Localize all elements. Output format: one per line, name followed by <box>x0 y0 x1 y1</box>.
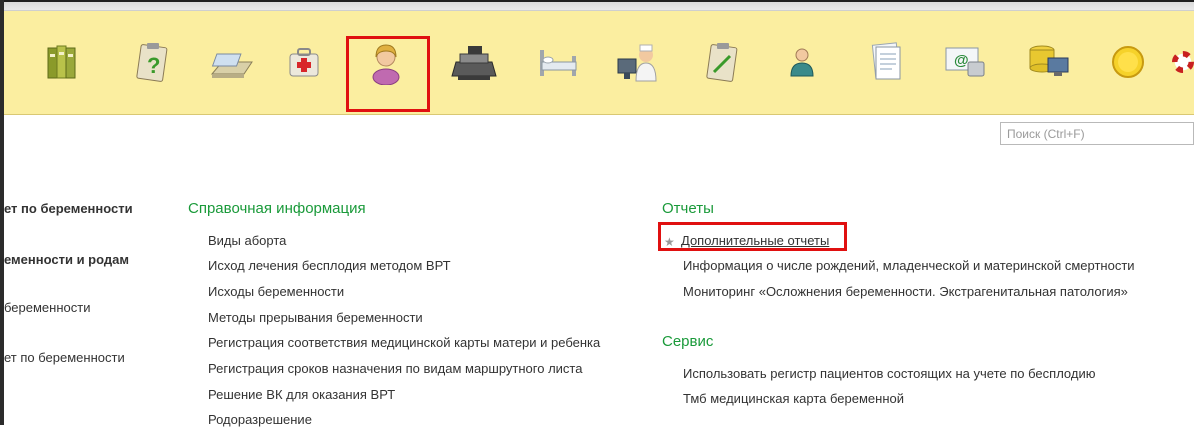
clipboard-edit-icon[interactable] <box>698 38 746 86</box>
reference-section-title: Справочная информация <box>188 200 366 217</box>
service-link-pregnant-card[interactable]: Тмб медицинская карта беременной <box>683 391 904 406</box>
svg-text:@: @ <box>954 52 969 69</box>
document-tray-icon[interactable] <box>208 38 256 86</box>
person-icon[interactable] <box>778 38 826 86</box>
books-icon[interactable] <box>40 38 88 86</box>
reports-section-title: Отчеты <box>662 200 714 217</box>
reference-link-ivf-outcome[interactable]: Исход лечения бесплодия методом ВРТ <box>208 258 451 273</box>
hospital-bed-icon[interactable] <box>534 38 582 86</box>
reference-link-route-sheet-terms[interactable]: Регистрация сроков назначения по видам м… <box>208 361 582 376</box>
reference-link-pregnancy-outcomes[interactable]: Исходы беременности <box>208 284 344 299</box>
sections-toolbar: ? @ <box>4 11 1194 115</box>
lifebuoy-icon[interactable] <box>1172 38 1194 86</box>
medical-case-icon[interactable] <box>280 38 328 86</box>
woman-user-icon[interactable] <box>362 38 410 86</box>
reports-link-births-mortality[interactable]: Информация о числе рождений, младенческо… <box>683 258 1135 273</box>
service-link-infertility-register[interactable]: Использовать регистр пациентов состоящих… <box>683 366 1095 381</box>
reference-link-vk-decision[interactable]: Решение ВК для оказания ВРТ <box>208 387 395 402</box>
documents-stack-icon[interactable] <box>862 38 910 86</box>
reports-link-monitoring-complications[interactable]: Мониторинг «Осложнения беременности. Экс… <box>683 284 1128 299</box>
leftnav-item-pregnancy[interactable]: беременности <box>4 300 90 315</box>
favorite-star-icon[interactable]: ★ <box>664 235 675 249</box>
leftnav-item-pregnancy-account[interactable]: ет по беременности <box>4 201 133 216</box>
clipboard-question-icon[interactable]: ? <box>128 38 176 86</box>
leftnav-item-pregnancy-account-2[interactable]: ет по беременности <box>4 350 125 365</box>
reference-link-termination-methods[interactable]: Методы прерывания беременности <box>208 310 423 325</box>
doctor-computer-icon[interactable] <box>614 38 662 86</box>
reports-link-additional[interactable]: Дополнительные отчеты <box>681 233 829 248</box>
cash-register-icon[interactable] <box>450 38 498 86</box>
yellow-circle-icon[interactable] <box>1104 38 1152 86</box>
mail-phone-icon[interactable]: @ <box>942 38 990 86</box>
window-top-border <box>4 0 1194 2</box>
service-section-title: Сервис <box>662 333 714 350</box>
reference-link-card-registration[interactable]: Регистрация соответствия медицинской кар… <box>208 335 600 350</box>
search-input[interactable] <box>1000 122 1194 145</box>
database-computer-icon[interactable] <box>1024 38 1072 86</box>
svg-text:?: ? <box>147 53 160 78</box>
reference-link-abortion-types[interactable]: Виды аборта <box>208 233 286 248</box>
leftnav-item-pregnancy-childbirth[interactable]: еменности и родам <box>4 252 129 267</box>
